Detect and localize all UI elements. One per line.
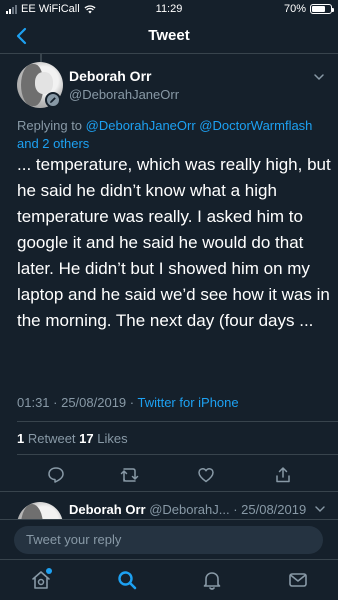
next-tweet-header: Deborah Orr @DeborahJ... · 25/08/2019 [69, 502, 306, 517]
heart-icon [198, 467, 214, 483]
search-icon [118, 571, 137, 590]
replying-to: Replying to @DeborahJaneOrr @DoctorWarmf… [17, 117, 327, 153]
bell-icon [203, 572, 221, 590]
chevron-down-icon[interactable] [312, 70, 326, 84]
tab-messages[interactable] [286, 568, 310, 592]
page-title: Tweet [148, 27, 190, 44]
chevron-down-icon[interactable] [314, 503, 326, 515]
tweet-stats: 1 Retweet 17 Likes [17, 431, 128, 446]
tweet-meta: 01:31 · 25/08/2019 · Twitter for iPhone [17, 395, 239, 410]
author-name[interactable]: Deborah Orr [69, 68, 151, 84]
divider [0, 491, 338, 492]
next-author-name: Deborah Orr [69, 502, 146, 517]
tweet-source-link[interactable]: Twitter for iPhone [137, 395, 238, 410]
reply-button[interactable] [43, 462, 69, 488]
share-button[interactable] [270, 462, 296, 488]
divider [17, 421, 338, 422]
next-tweet-preview[interactable]: Deborah Orr @DeborahJ... · 25/08/2019 [0, 493, 338, 519]
like-label: Likes [93, 431, 128, 446]
thread-connector [40, 54, 42, 62]
avatar-face [35, 72, 53, 94]
retweets-stat[interactable]: 1 Retweet [17, 431, 79, 446]
avatar-hair [21, 504, 43, 519]
tweet-detail-screen: EE WiFiCall 11:29 70% Tweet Deborah Orr … [0, 0, 338, 600]
tab-search[interactable] [115, 568, 139, 592]
unread-dot [46, 568, 52, 574]
nav-bar: Tweet [0, 18, 338, 54]
like-button[interactable] [193, 462, 219, 488]
replying-prefix: Replying to [17, 118, 86, 133]
like-count: 17 [79, 431, 94, 446]
retweet-label: Retweet [24, 431, 80, 446]
edit-badge-icon [45, 92, 61, 108]
battery-percent: 70% [283, 3, 306, 15]
comment-icon [48, 467, 64, 483]
status-bar: EE WiFiCall 11:29 70% [0, 0, 338, 18]
replying-handles-link[interactable]: @DeborahJaneOrr @DoctorWarmflash [86, 118, 313, 133]
reply-bar: Tweet your reply [0, 519, 338, 559]
author-handle[interactable]: @DeborahJaneOrr [69, 87, 179, 102]
reply-input[interactable]: Tweet your reply [14, 526, 323, 554]
replying-others-link[interactable]: and 2 others [17, 136, 89, 151]
avatar[interactable] [17, 502, 63, 519]
retweet-icon [120, 468, 139, 482]
pencil-icon [50, 97, 56, 103]
tweet-timestamp: 01:31 · 25/08/2019 · [17, 395, 138, 410]
battery-fill [312, 6, 325, 12]
status-right: 70% [283, 3, 334, 15]
tweet-actions [0, 462, 338, 488]
mail-icon [289, 573, 307, 587]
share-icon [276, 467, 290, 483]
tab-bar [0, 559, 338, 600]
tweet-text: ... temperature, which was really high, … [17, 155, 331, 330]
retweet-button[interactable] [117, 462, 143, 488]
battery-icon [310, 4, 334, 14]
likes-stat[interactable]: 17 Likes [79, 431, 127, 446]
tab-home[interactable] [29, 568, 53, 592]
divider [17, 454, 338, 455]
tab-notifications[interactable] [200, 568, 224, 592]
next-author-handle-date: @DeborahJ... · 25/08/2019 [145, 502, 307, 517]
